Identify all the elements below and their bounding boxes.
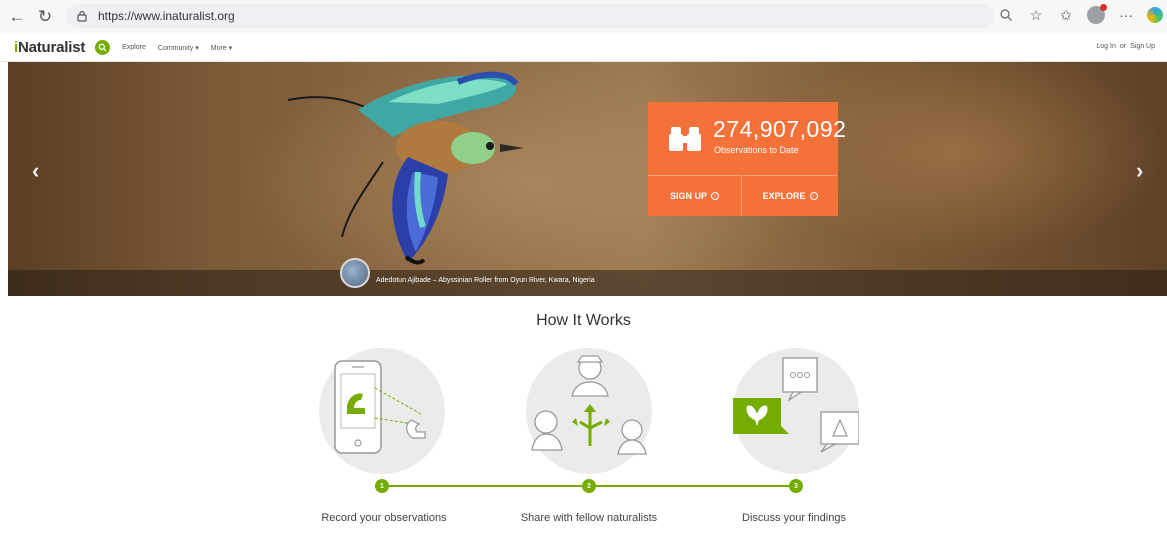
browser-actions: ☆ ✩ ··· <box>997 4 1163 24</box>
favorite-star-icon[interactable]: ☆ <box>1027 6 1045 24</box>
signup-link[interactable]: Sign Up <box>1130 43 1155 50</box>
binoculars-icon <box>669 127 701 151</box>
phone-caterpillar-icon <box>334 360 426 454</box>
explore-button[interactable]: EXPLORE › <box>743 175 837 216</box>
observations-count: 274,907,092 <box>713 116 847 142</box>
url-text[interactable]: https://www.inaturalist.org <box>98 9 235 23</box>
chevron-right-icon[interactable]: › <box>1136 158 1143 184</box>
address-bar[interactable]: https://www.inaturalist.org <box>66 4 994 28</box>
more-options-icon[interactable]: ··· <box>1117 6 1135 24</box>
nav-explore[interactable]: Explore <box>122 44 146 51</box>
back-arrow-icon[interactable]: ← <box>6 6 28 28</box>
credit-separator: – <box>432 277 437 284</box>
step-2-label: Share with fellow naturalists <box>520 512 658 524</box>
arrow-circle-icon: › <box>809 192 818 200</box>
favorites-list-icon[interactable]: ✩ <box>1057 6 1075 24</box>
inaturalist-logo[interactable]: iNaturalist <box>14 39 85 56</box>
site-header: iNaturalist Explore Community ▾ More ▾ L… <box>0 34 1167 62</box>
copilot-icon[interactable] <box>1147 7 1163 23</box>
observations-label: Observations to Date <box>714 145 799 155</box>
step-1-badge: 1 <box>375 479 389 493</box>
zoom-icon[interactable] <box>997 6 1015 24</box>
signup-button[interactable]: SIGN UP › <box>648 175 742 216</box>
people-share-icon <box>531 355 647 455</box>
user-avatar[interactable] <box>340 258 370 288</box>
auth-links: Log In or Sign Up <box>1096 43 1155 50</box>
refresh-icon[interactable]: ↻ <box>34 6 56 28</box>
record-illustration <box>319 348 445 474</box>
logo-text: Naturalist <box>17 39 86 56</box>
credit-caption: Abyssinian Roller from Oyun River, Kwara… <box>438 277 595 284</box>
auth-separator: or <box>1119 43 1127 50</box>
photo-credit[interactable]: Adedotun Ajibade – Abyssinian Roller fro… <box>376 277 595 284</box>
login-link[interactable]: Log In <box>1096 43 1115 50</box>
step-2-badge: 2 <box>582 479 596 493</box>
observations-panel: 274,907,092 Observations to Date SIGN UP… <box>648 102 846 216</box>
share-illustration <box>526 348 652 474</box>
nav-community[interactable]: Community ▾ <box>158 44 199 52</box>
discuss-illustration <box>733 348 860 474</box>
lock-icon[interactable] <box>76 9 90 23</box>
step-3-badge: 3 <box>789 479 803 493</box>
arrow-circle-icon: › <box>711 192 719 200</box>
bird-photo <box>287 71 524 265</box>
profile-avatar-icon[interactable] <box>1087 4 1107 24</box>
signup-button-label: SIGN UP <box>669 191 707 201</box>
browser-toolbar: ← ↻ https://www.inaturalist.org ☆ ✩ ··· <box>0 0 1167 34</box>
discussion-bubbles-icon <box>733 357 860 453</box>
credit-user: Adedotun Ajibade <box>376 277 431 284</box>
nav-more[interactable]: More ▾ <box>211 44 232 52</box>
search-icon[interactable] <box>95 40 111 55</box>
step-3-label: Discuss your findings <box>742 512 846 524</box>
explore-button-label: EXPLORE <box>762 191 806 201</box>
hero-banner: ‹ › 274,907,092 Observations to Date SIG… <box>8 62 1167 296</box>
chevron-left-icon[interactable]: ‹ <box>32 158 39 184</box>
step-1-label: Record your observations <box>321 512 447 524</box>
section-title: How It Works <box>536 312 631 329</box>
